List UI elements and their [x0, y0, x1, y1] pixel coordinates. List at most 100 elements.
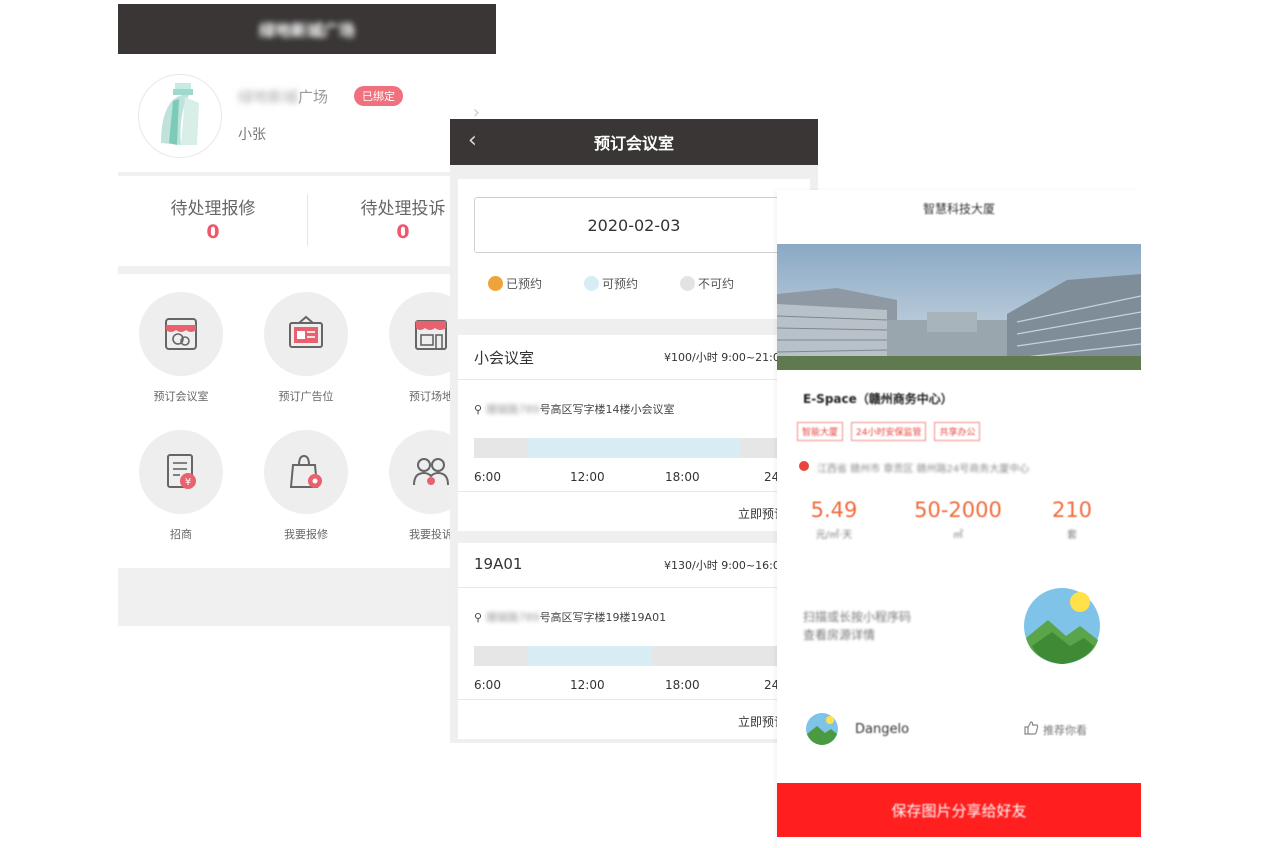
legend-label: 不可约	[698, 277, 735, 291]
divider	[458, 699, 810, 700]
location-pin-icon	[799, 461, 809, 471]
divider	[458, 587, 810, 588]
availability-timeline[interactable]	[474, 438, 810, 458]
metric-unit: 套	[1067, 530, 1077, 541]
room-card[interactable]: 小会议室 ¥100/小时 9:00~21:00 ⚲ 珊瑚路789号高区写字楼14…	[458, 335, 810, 531]
tile-label: 我要报修	[284, 528, 328, 541]
poster-title: 智慧科技大厦	[922, 202, 995, 216]
metric-value: 50-2000	[914, 498, 1002, 522]
divider	[458, 491, 810, 492]
property-name: 绿地新城广场	[238, 86, 328, 107]
stat-label: 待处理报修	[170, 199, 256, 219]
mini-program-code-icon[interactable]	[1022, 586, 1102, 666]
tile-repair[interactable]: 我要报修	[251, 430, 361, 542]
legend-booked: 已预约	[488, 275, 542, 292]
room-name: 小会议室	[474, 349, 535, 367]
time-tick: 6:00	[474, 470, 501, 484]
location-pin-icon: ⚲	[474, 403, 483, 416]
pending-stats: 待处理报修 0 待处理投诉 0	[118, 176, 496, 266]
room-address: ⚲ 珊瑚路789号高区写字楼19楼19A01	[474, 609, 666, 625]
save-share-button[interactable]: 保存图片分享给好友	[777, 783, 1141, 837]
time-tick: 6:00	[474, 678, 501, 692]
available-segment	[528, 646, 652, 666]
pending-repair-stat[interactable]: 待处理报修 0	[128, 194, 298, 243]
date-card: 2020-02-03 已预约 可预约 不可约	[458, 179, 810, 319]
legend-available: 可预约	[584, 275, 638, 292]
room-address-blurred: 珊瑚路789	[485, 403, 540, 416]
room-address-blurred: 珊瑚路789	[485, 611, 540, 624]
author-avatar	[805, 712, 839, 746]
feature-tags: 智能大厦 24小时安保监管 共享办公	[797, 422, 981, 441]
property-home-screen: 绿地新城广场 绿地新城广场 已绑定 小张 › 待处理报修 0 待处理投诉 0 预…	[118, 4, 496, 626]
metric-unit: 元/㎡·天	[815, 530, 853, 541]
feature-tag: 24小时安保监管	[851, 422, 927, 441]
metric-value: 5.49	[810, 498, 858, 522]
booking-header-title: 预订会议室	[593, 134, 674, 153]
room-price: ¥100/小时 9:00~21:00	[664, 351, 787, 364]
room-address-text: 号高区写字楼14楼小会议室	[539, 403, 675, 416]
stat-value: 0	[206, 221, 220, 243]
recommend-text: 推荐你看	[1043, 723, 1087, 737]
qr-hint: 扫描或长按小程序码 查看房源详情	[803, 608, 911, 644]
tile-label: 招商	[170, 528, 192, 541]
availability-timeline[interactable]	[474, 646, 810, 666]
building-name: E-Space（赣州商务中心）	[803, 392, 953, 406]
time-tick: 12:00	[570, 470, 605, 484]
billboard-icon	[264, 292, 348, 376]
legend-label: 已预约	[506, 277, 543, 291]
tile-book-ad-space[interactable]: 预订广告位	[251, 292, 361, 404]
booking-header: ‹ 预订会议室	[450, 119, 818, 165]
room-price: ¥130/小时 9:00~16:00	[664, 559, 787, 572]
metric-value: 210	[1051, 498, 1093, 522]
stats-divider	[307, 194, 308, 246]
qr-hint-line: 扫描或长按小程序码	[803, 610, 912, 624]
tile-book-meeting-room[interactable]: 预订会议室	[126, 292, 236, 404]
legend-dot	[584, 276, 599, 291]
time-tick: 18:00	[665, 678, 700, 692]
thumbs-up-icon	[1023, 720, 1039, 739]
property-profile-card[interactable]: 绿地新城广场 已绑定 小张 ›	[118, 54, 496, 172]
tile-label: 预订广告位	[278, 390, 334, 403]
metric-area: 50-2000 ㎡	[903, 498, 1013, 541]
feature-tag: 智能大厦	[797, 422, 844, 441]
room-card[interactable]: 19A01 ¥130/小时 9:00~16:00 ⚲ 珊瑚路789号高区写字楼1…	[458, 543, 810, 739]
divider	[458, 379, 810, 380]
bag-gear-icon	[264, 430, 348, 514]
room-address-text: 号高区写字楼19楼19A01	[539, 611, 667, 624]
metric-unit: ㎡	[953, 530, 963, 541]
legend-label: 可预约	[602, 277, 639, 291]
room-address: ⚲ 珊瑚路789号高区写字楼14楼小会议室	[474, 401, 675, 417]
available-segment	[528, 438, 740, 458]
property-name-blurred: 绿地新城	[238, 88, 299, 106]
qr-hint-line: 查看房源详情	[803, 628, 876, 642]
service-grid: 预订会议室 预订广告位 预订场地 ¥ 招商 我要报修 我要投诉	[118, 274, 496, 568]
property-avatar	[138, 74, 222, 158]
building-photo	[777, 244, 1141, 370]
legend-dot	[488, 276, 503, 291]
invoice-yuan-icon: ¥	[139, 430, 223, 514]
tile-label: 预订会议室	[153, 390, 209, 403]
location-pin-icon: ⚲	[474, 611, 483, 624]
meeting-room-booking-screen: ‹ 预订会议室 2020-02-03 已预约 可预约 不可约 小会议室 ¥100…	[450, 119, 818, 743]
home-header-title: 绿地新城广场	[258, 21, 355, 40]
building-share-poster: 智慧科技大厦 E-Space（赣州商务中心） 智能大厦 24小时安保监管 共享办…	[777, 190, 1141, 848]
metric-price: 5.49 元/㎡·天	[779, 498, 889, 541]
svg-text:¥: ¥	[185, 477, 191, 488]
metric-units: 210 套	[1017, 498, 1127, 541]
tile-investment[interactable]: ¥ 招商	[126, 430, 236, 542]
feature-tag: 共享办公	[934, 422, 981, 441]
building-address: 江西省 赣州市 章贡区 赣州路24号商务大厦中心	[817, 464, 1030, 475]
profile-username: 小张	[238, 127, 266, 143]
legend-dot	[680, 276, 695, 291]
home-header: 绿地新城广场	[118, 4, 496, 54]
back-arrow-icon[interactable]: ‹	[468, 128, 477, 153]
author-name: Dangelo	[855, 722, 910, 737]
shop-chat-icon	[139, 292, 223, 376]
save-share-label: 保存图片分享给好友	[891, 802, 1027, 820]
bound-status-badge: 已绑定	[354, 86, 403, 106]
date-picker[interactable]: 2020-02-03	[474, 197, 794, 253]
time-tick: 12:00	[570, 678, 605, 692]
legend-unavailable: 不可约	[680, 275, 734, 292]
room-name: 19A01	[474, 555, 523, 573]
time-tick: 18:00	[665, 470, 700, 484]
